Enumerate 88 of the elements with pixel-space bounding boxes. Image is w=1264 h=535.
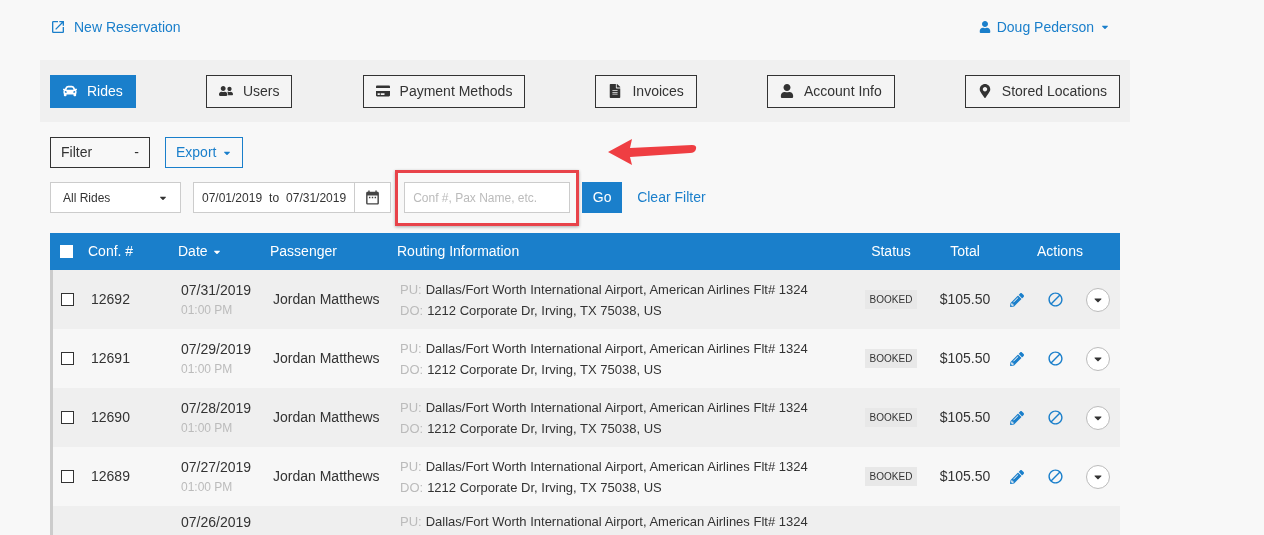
external-link-icon	[50, 19, 66, 35]
go-button[interactable]: Go	[582, 182, 623, 213]
filter-toggle[interactable]: Filter -	[50, 137, 150, 168]
expand-button[interactable]	[1086, 464, 1110, 489]
ride-date: 07/31/2019	[181, 281, 253, 300]
cancel-icon[interactable]	[1046, 291, 1064, 308]
date-to: 07/31/2019	[286, 189, 348, 207]
pickup-label: PU:	[400, 457, 422, 476]
total-amount: $105.50	[938, 290, 992, 309]
date-range-field[interactable]: 07/01/2019 to 07/31/2019	[193, 182, 392, 213]
calendar-icon	[364, 189, 382, 206]
clear-filter-link[interactable]: Clear Filter	[637, 187, 706, 208]
expand-button[interactable]	[1086, 287, 1110, 312]
conf-number: 12692	[91, 290, 131, 309]
ride-date: 07/28/2019	[181, 399, 253, 418]
ride-type-select[interactable]: All Rides	[50, 182, 181, 213]
pickup-address: Dallas/Fort Worth International Airport, American Airlines Flt# 1324	[425, 457, 808, 476]
cancel-icon[interactable]	[1046, 468, 1064, 485]
search-field[interactable]: Conf #, Pax Name, etc.	[404, 182, 571, 213]
passenger-name: Jordan Matthews	[273, 290, 381, 309]
nav-tab[interactable]: Account Info	[766, 74, 895, 108]
conf-number: 12690	[91, 408, 131, 427]
conf-number: 12691	[91, 349, 131, 368]
conf-number: 12689	[91, 467, 131, 486]
ride-date: 07/27/2019	[181, 458, 253, 477]
nav-tab[interactable]: Stored Locations	[964, 74, 1120, 108]
expand-button[interactable]	[1086, 405, 1110, 430]
nav-tab[interactable]: Rides	[50, 74, 136, 108]
checkbox[interactable]	[61, 470, 74, 483]
status-badge: BOOKED	[864, 290, 918, 309]
dropoff-address: 1212 Corporate Dr, Irving, TX 75038, US	[427, 478, 662, 497]
car-icon	[63, 84, 77, 98]
date-separator: to	[268, 189, 281, 207]
checkbox[interactable]	[61, 352, 74, 365]
date-from: 07/01/2019	[201, 189, 263, 207]
dropoff-label: DO:	[400, 360, 424, 379]
nav-tab[interactable]: Invoices	[595, 74, 697, 108]
column-header[interactable]: Date	[178, 241, 270, 262]
pickup-address: Dallas/Fort Worth International Airport, American Airlines Flt# 1324	[425, 339, 808, 358]
cancel-icon[interactable]	[1046, 350, 1064, 367]
pickup-address: Dallas/Fort Worth International Airport, American Airlines Flt# 1324	[425, 280, 808, 299]
checkbox[interactable]	[61, 293, 74, 306]
user-menu-button[interactable]: Doug Pederson	[978, 16, 1110, 38]
edit-icon[interactable]	[1010, 469, 1024, 484]
status-badge: BOOKED	[864, 408, 918, 427]
dropoff-address: 1212 Corporate Dr, Irving, TX 75038, US	[427, 301, 662, 320]
pickup-address: Dallas/Fort Worth International Airport, American Airlines Flt# 1324	[425, 398, 808, 417]
ride-time: 01:00 PM	[181, 361, 234, 378]
pickup-label: PU:	[400, 339, 422, 358]
dropoff-label: DO:	[400, 478, 424, 497]
nav-tab[interactable]: Payment Methods	[362, 74, 526, 108]
column-header: Status	[870, 242, 912, 261]
new-reservation-link[interactable]: New Reservation	[50, 16, 181, 38]
nav-tab[interactable]: Users	[205, 74, 293, 108]
total-amount: $105.50	[938, 467, 992, 486]
document-icon	[608, 84, 623, 98]
collapse-sign: -	[134, 143, 139, 162]
passenger-name: Jordan Matthews	[273, 408, 381, 427]
column-header: Passenger	[270, 242, 338, 261]
status-badge: BOOKED	[864, 467, 918, 486]
total-amount: $105.50	[938, 349, 992, 368]
column-header: Conf. #	[88, 242, 135, 261]
location-pin-icon	[977, 84, 992, 98]
edit-icon[interactable]	[1010, 292, 1024, 307]
cancel-icon[interactable]	[1046, 409, 1064, 426]
ride-date: 07/29/2019	[181, 340, 253, 359]
edit-icon[interactable]	[1010, 410, 1024, 425]
filter-label: Filter	[61, 143, 93, 162]
dropoff-address: 1212 Corporate Dr, Irving, TX 75038, US	[427, 360, 662, 379]
pickup-address: Dallas/Fort Worth International Airport, American Airlines Flt# 1324	[425, 513, 808, 531]
ride-date: 07/26/2019	[181, 513, 253, 532]
card-icon	[375, 84, 390, 98]
status-badge: BOOKED	[864, 349, 918, 368]
person-icon	[779, 84, 794, 98]
users-icon	[218, 84, 233, 98]
total-amount: $105.50	[938, 408, 992, 427]
column-header: Actions	[1036, 242, 1084, 261]
column-header: Routing Information	[397, 242, 521, 261]
passenger-name: Jordan Matthews	[273, 467, 381, 486]
column-header: Total	[949, 242, 981, 261]
checkbox[interactable]	[61, 411, 74, 424]
user-icon	[978, 21, 991, 33]
dropoff-address: 1212 Corporate Dr, Irving, TX 75038, US	[427, 419, 662, 438]
ride-time: 01:00 PM	[181, 479, 234, 496]
passenger-name: Jordan Matthews	[273, 349, 381, 368]
edit-icon[interactable]	[1010, 351, 1024, 366]
export-button[interactable]: Export	[165, 137, 244, 168]
expand-button[interactable]	[1086, 346, 1110, 371]
